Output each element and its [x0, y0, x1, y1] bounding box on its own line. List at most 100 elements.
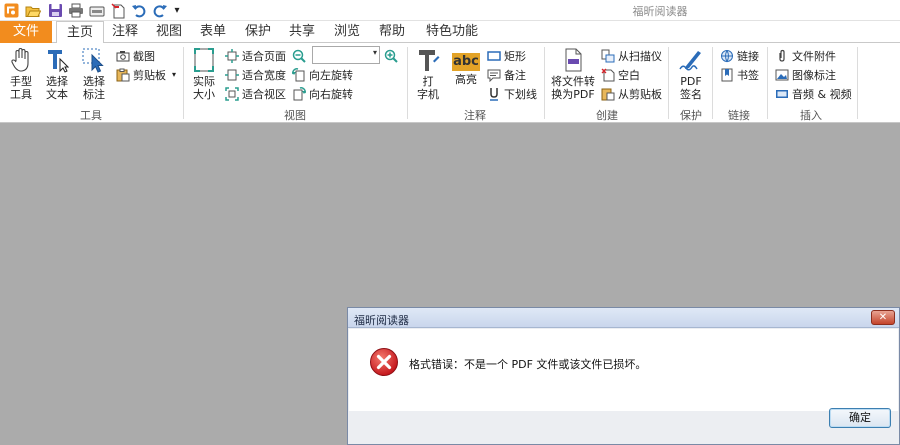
comment-group-label: 注释 [464, 109, 486, 122]
select-text-button[interactable]: 选择 文本 [40, 47, 74, 101]
rotate-right-button[interactable]: 向右旋转 [292, 85, 353, 102]
image-icon [775, 69, 789, 80]
actual-size-button[interactable]: 实际 大小 [188, 47, 220, 101]
hand-tool-button[interactable]: 手型 工具 [4, 47, 38, 101]
ribbon-divider [767, 47, 768, 119]
fit-visible-label: 适合视区 [242, 87, 286, 101]
tab-share[interactable]: 共享 [281, 21, 323, 43]
convert-to-pdf-label-1: 将文件转 [551, 75, 595, 88]
select-annotation-button[interactable]: 选择 标注 [77, 47, 111, 101]
fit-width-button[interactable]: 适合宽度 [225, 66, 286, 83]
app-title: 福昕阅读器 [632, 5, 688, 18]
image-annotation-label: 图像标注 [792, 68, 836, 82]
zoom-out-icon[interactable] [292, 47, 309, 64]
bookmark-icon [721, 68, 733, 81]
ok-button[interactable]: 确定 [829, 408, 891, 428]
fit-page-button[interactable]: 适合页面 [225, 47, 286, 64]
tools-group-label: 工具 [80, 109, 102, 122]
file-attachment-button[interactable]: 文件附件 [775, 47, 836, 64]
typewriter-button[interactable]: 打 字机 [412, 47, 444, 101]
pdf-sign-label-1: PDF [680, 75, 702, 88]
convert-to-pdf-button[interactable]: 将文件转 换为PDF [549, 47, 597, 101]
tab-help[interactable]: 帮助 [371, 21, 413, 43]
hand-tool-label-1: 手型 [10, 75, 32, 88]
clipboard-button[interactable]: 剪贴板 ▾ [116, 66, 176, 83]
rectangle-icon [487, 50, 501, 61]
clipboard-dropdown-icon[interactable]: ▾ [172, 70, 176, 79]
highlight-icon: abc [452, 53, 480, 71]
file-attachment-label: 文件附件 [792, 49, 836, 63]
underline-icon [490, 87, 498, 101]
zoom-combobox[interactable]: ▾ [312, 46, 380, 64]
blank-button[interactable]: 空白 [601, 66, 640, 83]
tab-comment[interactable]: 注释 [104, 21, 146, 43]
audio-video-label: 音频 & 视频 [792, 87, 852, 101]
rotate-right-icon [293, 86, 306, 100]
link-button[interactable]: 链接 [720, 47, 759, 64]
tab-form[interactable]: 表单 [192, 21, 234, 43]
audio-video-button[interactable]: 音频 & 视频 [775, 85, 852, 102]
paperclip-icon [779, 49, 785, 62]
create-group-label: 创建 [596, 109, 618, 122]
title-bar: ▾ 福昕阅读器 [0, 0, 900, 21]
image-annotation-button[interactable]: 图像标注 [775, 66, 836, 83]
dialog-body: 格式错误：不是一个 PDF 文件或该文件已损坏。 [349, 329, 898, 411]
snapshot-button[interactable]: 截图 [116, 47, 155, 64]
view-group-label: 视图 [284, 109, 306, 122]
tab-browse[interactable]: 浏览 [326, 21, 368, 43]
hand-tool-label-2: 工具 [10, 88, 32, 101]
convert-to-pdf-label-2: 换为PDF [551, 88, 595, 101]
pdf-sign-button[interactable]: PDF 签名 [674, 47, 708, 101]
typewriter-icon [419, 50, 440, 71]
fit-page-icon [225, 48, 239, 63]
select-text-icon [48, 50, 69, 73]
blank-label: 空白 [618, 68, 640, 82]
ribbon: 手型 工具 选择 文本 选择 标注 截图 剪贴板 ▾ 工具 实际 大小 适合页面… [0, 43, 900, 123]
underline-label: 下划线 [504, 87, 537, 101]
error-dialog: 福昕阅读器 ✕ 格式错误：不是一个 PDF 文件或该文件已损坏。 确定 [347, 307, 900, 445]
paste-icon [601, 88, 615, 100]
ribbon-divider [544, 47, 545, 119]
actual-size-label-1: 实际 [193, 75, 215, 88]
bookmark-button[interactable]: 书签 [720, 66, 759, 83]
zoom-dropdown-icon[interactable]: ▾ [373, 48, 377, 57]
typewriter-label-2: 字机 [417, 88, 439, 101]
underline-button[interactable]: 下划线 [487, 85, 537, 102]
rectangle-label: 矩形 [504, 49, 526, 63]
tab-view[interactable]: 视图 [148, 21, 190, 43]
link-label: 链接 [737, 49, 759, 63]
rotate-right-label: 向右旋转 [309, 87, 353, 101]
pdf-sign-label-2: 签名 [680, 88, 702, 101]
tab-home[interactable]: 主页 [56, 21, 104, 44]
select-annotation-icon [82, 48, 104, 73]
rotate-left-icon [292, 67, 305, 81]
rectangle-button[interactable]: 矩形 [487, 47, 526, 64]
rotate-left-button[interactable]: 向左旋转 [292, 66, 353, 83]
bookmark-label: 书签 [737, 68, 759, 82]
protect-group-label: 保护 [680, 109, 702, 122]
typewriter-label-1: 打 [422, 75, 434, 88]
from-clipboard-label: 从剪贴板 [618, 87, 662, 101]
from-clipboard-button[interactable]: 从剪贴板 [601, 85, 662, 102]
highlight-button[interactable]: abc 高亮 [450, 47, 482, 86]
fit-visible-button[interactable]: 适合视区 [225, 85, 286, 102]
fit-visible-icon [225, 86, 239, 101]
clipboard-label: 剪贴板 [133, 68, 166, 82]
tab-protect[interactable]: 保护 [237, 21, 279, 43]
snapshot-label: 截图 [133, 49, 155, 63]
note-button[interactable]: 备注 [487, 66, 526, 83]
from-scanner-button[interactable]: 从扫描仪 [601, 47, 662, 64]
zoom-in-icon[interactable] [384, 47, 401, 64]
hand-icon [11, 47, 29, 72]
tab-features[interactable]: 特色功能 [418, 21, 486, 43]
signature-pen-icon [679, 51, 701, 71]
media-icon [776, 89, 788, 98]
tab-file[interactable]: 文件 [0, 21, 52, 43]
select-text-label-1: 选择 [46, 75, 68, 88]
ribbon-divider [183, 47, 184, 119]
convert-to-pdf-icon [565, 48, 582, 72]
select-annotation-label-1: 选择 [83, 75, 105, 88]
ribbon-divider [407, 47, 408, 119]
select-text-label-2: 文本 [46, 88, 68, 101]
dialog-close-button[interactable]: ✕ [871, 310, 895, 325]
